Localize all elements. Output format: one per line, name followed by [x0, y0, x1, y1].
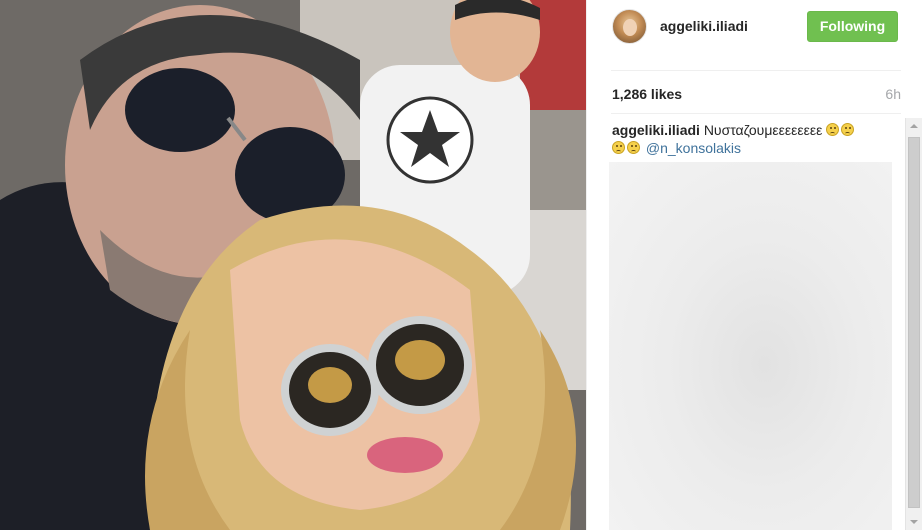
post-header: aggeliki.iliadi Following	[587, 0, 923, 56]
header-divider	[611, 70, 901, 71]
post-caption: aggeliki.iliadi Νυσταζουμεεεεεεεε @n_kon…	[612, 121, 882, 157]
comments-scrollbar[interactable]	[905, 118, 922, 530]
scroll-down-arrow-icon[interactable]	[906, 513, 922, 530]
worried-face-emoji-icon	[627, 141, 640, 154]
worried-face-emoji-icon	[841, 123, 855, 136]
post-photo[interactable]	[0, 0, 586, 530]
comments-area	[609, 162, 892, 530]
scroll-thumb[interactable]	[908, 137, 920, 508]
likes-divider	[611, 113, 901, 114]
worried-face-emoji-icon	[826, 123, 840, 136]
worried-face-emoji-icon	[612, 141, 625, 154]
post-username[interactable]: aggeliki.iliadi	[660, 18, 748, 34]
following-button[interactable]: Following	[807, 11, 898, 42]
scroll-up-arrow-icon[interactable]	[906, 118, 922, 135]
profile-avatar[interactable]	[612, 9, 647, 44]
post-time[interactable]: 6h	[885, 86, 901, 102]
caption-mention[interactable]: @n_konsolakis	[646, 140, 741, 156]
likes-row: 1,286 likes 6h	[587, 78, 923, 108]
post-sidebar: aggeliki.iliadi Following 1,286 likes 6h…	[586, 0, 923, 530]
likes-count[interactable]: 1,286 likes	[612, 86, 682, 102]
post-photo-illustration	[0, 0, 586, 530]
avatar-face	[623, 19, 637, 36]
caption-text: Νυσταζουμεεεεεεεε	[703, 122, 823, 138]
caption-author[interactable]: aggeliki.iliadi	[612, 122, 700, 138]
